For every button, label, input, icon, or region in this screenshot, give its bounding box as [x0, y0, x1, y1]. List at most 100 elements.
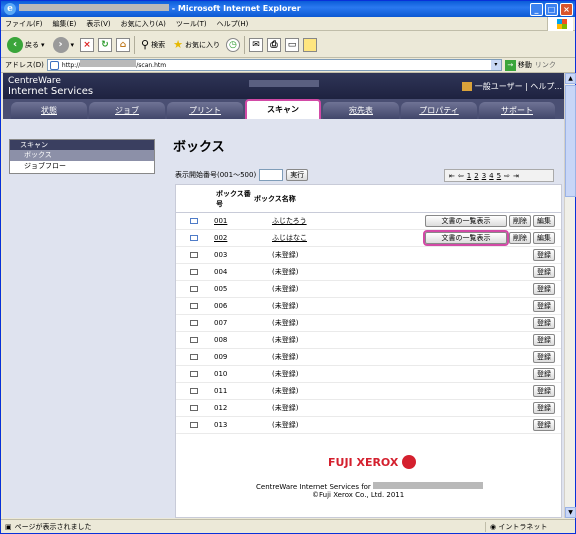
page-2[interactable]: 2: [474, 172, 478, 180]
brand-line1: CentreWare: [8, 76, 61, 86]
tab-properties[interactable]: プロパティ: [401, 102, 477, 119]
box-name: (未登録): [272, 285, 299, 293]
box-name: (未登録): [272, 421, 299, 429]
user-menu[interactable]: 一般ユーザー | ヘルプ...: [461, 81, 562, 92]
nav-section-scan: スキャン: [10, 140, 154, 150]
row-actions: 文書の一覧表示 削除 編集: [423, 230, 555, 246]
tab-jobs[interactable]: ジョブ: [89, 102, 165, 119]
mail-icon[interactable]: ✉: [248, 37, 263, 52]
page-3[interactable]: 3: [482, 172, 486, 180]
list-documents-button[interactable]: 文書の一覧表示: [425, 215, 507, 227]
go-button[interactable]: → 移動: [504, 59, 532, 71]
close-button[interactable]: ×: [560, 3, 573, 16]
stop-icon[interactable]: ×: [80, 37, 95, 52]
register-button[interactable]: 登録: [533, 419, 555, 431]
menu-help[interactable]: ヘルプ(H): [217, 19, 249, 29]
box-number: 004: [214, 268, 228, 276]
history-icon[interactable]: ◷: [225, 37, 240, 52]
prev-page-icon[interactable]: ⇦: [458, 172, 464, 180]
tab-support[interactable]: サポート: [479, 102, 555, 119]
edit-icon[interactable]: ▭: [284, 37, 299, 52]
scroll-down-icon[interactable]: ▼: [565, 507, 576, 518]
last-page-icon[interactable]: ⇥: [513, 172, 519, 180]
box-name[interactable]: ふじたろう: [272, 216, 420, 226]
menu-file[interactable]: ファイル(F): [5, 19, 43, 29]
register-button[interactable]: 登録: [533, 283, 555, 295]
app-header: CentreWare Internet Services 一般ユーザー | ヘル…: [3, 73, 564, 99]
register-button[interactable]: 登録: [533, 249, 555, 261]
box-number[interactable]: 001: [214, 217, 272, 225]
windows-logo-icon: [547, 17, 573, 31]
forward-arrow-icon: ›: [52, 36, 69, 53]
toolbar: ‹ 戻る ▾ › ▾ × ↻ ⌂ ⚲ 検索 ★ お気に入り ◷ ✉ ⎙ ▭: [1, 32, 575, 58]
scroll-thumb[interactable]: [565, 85, 576, 197]
page-4[interactable]: 4: [489, 172, 493, 180]
register-button[interactable]: 登録: [533, 385, 555, 397]
search-button[interactable]: ⚲ 検索: [139, 35, 167, 55]
register-button[interactable]: 登録: [533, 402, 555, 414]
menu-tools[interactable]: ツール(T): [176, 19, 207, 29]
messenger-icon[interactable]: [302, 37, 317, 52]
list-documents-button[interactable]: 文書の一覧表示: [423, 230, 509, 246]
table-row: 002 ふじはなこ 文書の一覧表示 削除 編集: [176, 230, 561, 247]
favorites-button[interactable]: ★ お気に入り: [171, 35, 222, 55]
start-number-input[interactable]: [259, 169, 284, 181]
delete-button[interactable]: 削除: [509, 215, 531, 227]
delete-button[interactable]: 削除: [509, 232, 531, 244]
nav-item-box[interactable]: ボックス: [10, 150, 154, 161]
tab-address-book[interactable]: 宛先表: [323, 102, 399, 119]
menu-favorites[interactable]: お気に入り(A): [121, 19, 166, 29]
box-number: 011: [214, 387, 228, 395]
register-button[interactable]: 登録: [533, 334, 555, 346]
run-button[interactable]: 実行: [286, 169, 309, 181]
links-label[interactable]: リンク: [535, 60, 556, 70]
forward-button[interactable]: › ▾: [51, 35, 77, 55]
table-row: 011 (未登録) 登録: [176, 383, 561, 400]
refresh-icon[interactable]: ↻: [98, 37, 113, 52]
maximize-button[interactable]: □: [545, 3, 558, 16]
folder-icon: [190, 286, 198, 292]
address-dropdown-icon[interactable]: ▾: [490, 60, 501, 70]
register-button[interactable]: 登録: [533, 351, 555, 363]
home-icon[interactable]: ⌂: [116, 37, 131, 52]
table-row: 007 (未登録) 登録: [176, 315, 561, 332]
register-button[interactable]: 登録: [533, 300, 555, 312]
tab-print[interactable]: プリント: [167, 102, 243, 119]
edit-button[interactable]: 編集: [533, 232, 555, 244]
device-name: [249, 80, 339, 90]
page-5[interactable]: 5: [497, 172, 501, 180]
print-icon[interactable]: ⎙: [266, 37, 281, 52]
nav-item-jobflow[interactable]: ジョブフロー: [10, 161, 154, 172]
search-icon: ⚲: [141, 38, 150, 51]
tab-status[interactable]: 状態: [11, 102, 87, 119]
register-button[interactable]: 登録: [533, 368, 555, 380]
box-name: (未登録): [272, 387, 299, 395]
col-box-name: ボックス名称: [254, 194, 296, 203]
next-page-icon[interactable]: ⇨: [504, 172, 510, 180]
minimize-button[interactable]: _: [530, 3, 543, 16]
back-button[interactable]: ‹ 戻る ▾: [5, 35, 47, 55]
scroll-up-icon[interactable]: ▲: [565, 73, 576, 84]
first-page-icon[interactable]: ⇤: [449, 172, 455, 180]
register-button[interactable]: 登録: [533, 317, 555, 329]
folder-icon: [190, 235, 198, 241]
vertical-scrollbar[interactable]: ▲ ▼: [564, 73, 576, 518]
menu-edit[interactable]: 編集(E): [53, 19, 77, 29]
address-label: アドレス(D): [5, 61, 44, 69]
box-name[interactable]: ふじはなこ: [272, 233, 420, 243]
page-1[interactable]: 1: [467, 172, 471, 180]
menu-bar: ファイル(F) 編集(E) 表示(V) お気に入り(A) ツール(T) ヘルプ(…: [1, 17, 575, 31]
folder-icon: [190, 218, 198, 224]
folder-icon: [190, 371, 198, 377]
title-hidden: [19, 4, 169, 11]
folder-icon: [190, 422, 198, 428]
register-button[interactable]: 登録: [533, 266, 555, 278]
menu-view[interactable]: 表示(V): [86, 19, 110, 29]
box-number[interactable]: 002: [214, 234, 272, 242]
box-name: (未登録): [272, 268, 299, 276]
status-bar: ▣ ページが表示されました ◉ イントラネット: [1, 519, 575, 534]
row-actions: 登録: [533, 266, 555, 278]
edit-button[interactable]: 編集: [533, 215, 555, 227]
page-done-icon: ▣: [5, 523, 12, 531]
address-input[interactable]: http:// /scan.htm ▾: [46, 59, 502, 71]
